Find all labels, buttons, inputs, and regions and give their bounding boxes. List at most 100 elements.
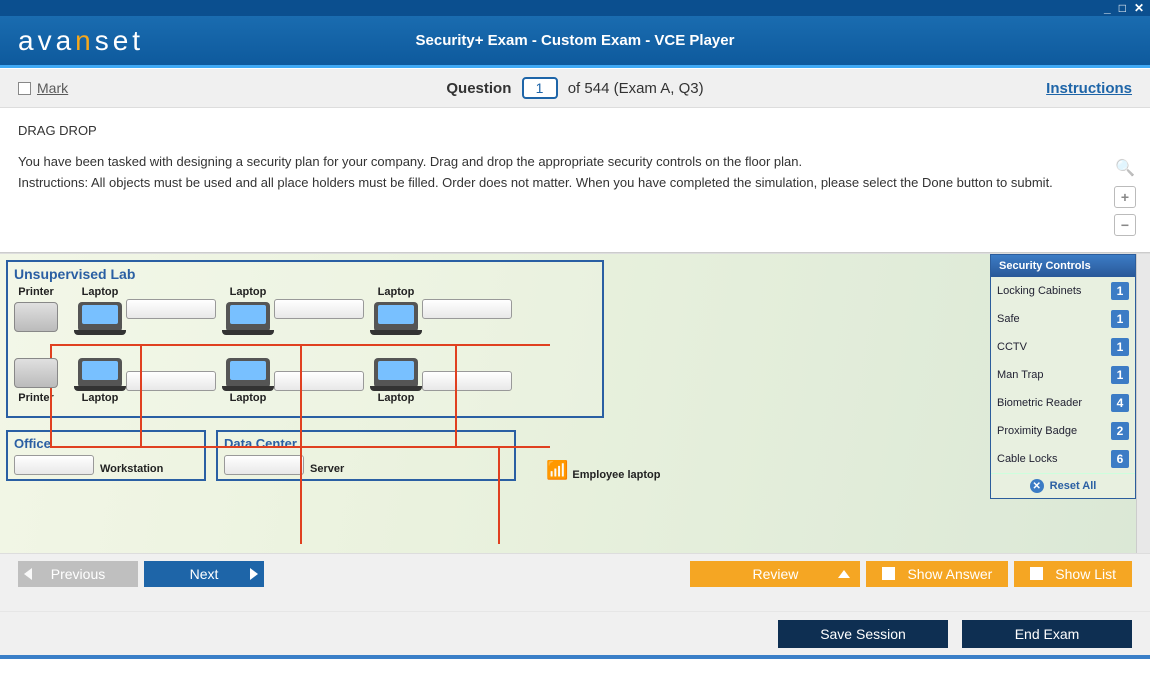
device-laptop[interactable]: Laptop: [226, 286, 270, 332]
data-center-title: Data Center: [224, 436, 508, 451]
control-locking-cabinets[interactable]: Locking Cabinets1: [991, 277, 1135, 305]
control-count: 6: [1111, 450, 1129, 468]
reset-all-button[interactable]: ✕ Reset All: [991, 473, 1135, 498]
laptop-icon: [226, 358, 270, 388]
device-row: Printer Laptop Laptop Laptop: [14, 286, 596, 332]
device-label: Laptop: [82, 392, 119, 404]
previous-button[interactable]: Previous: [18, 561, 138, 587]
network-wire: [455, 344, 457, 448]
device-label: Laptop: [230, 392, 267, 404]
control-label: Cable Locks: [997, 453, 1058, 465]
question-line-2: Instructions: All objects must be used a…: [18, 174, 1132, 193]
device-label: Employee laptop: [572, 469, 660, 481]
device-laptop[interactable]: Laptop: [374, 358, 418, 404]
reset-icon: ✕: [1030, 479, 1044, 493]
mark-checkbox[interactable]: [18, 82, 31, 95]
control-label: Biometric Reader: [997, 397, 1082, 409]
show-list-toggle[interactable]: Show List: [1014, 561, 1132, 587]
device-printer[interactable]: Printer: [14, 286, 58, 332]
simulation-scrollbar[interactable]: [1136, 254, 1150, 553]
drop-slot[interactable]: [274, 299, 364, 319]
zoom-out-button[interactable]: −: [1114, 214, 1136, 236]
security-controls-header: Security Controls: [991, 255, 1135, 277]
network-wire: [300, 344, 302, 544]
review-button[interactable]: Review: [690, 561, 860, 587]
floor-plan[interactable]: Unsupervised Lab Printer Laptop Laptop: [0, 254, 1136, 553]
magnifier-icon[interactable]: 🔍: [1114, 158, 1136, 180]
control-biometric[interactable]: Biometric Reader4: [991, 389, 1135, 417]
minimize-button[interactable]: _: [1102, 2, 1113, 14]
header-title: Security+ Exam - Custom Exam - VCE Playe…: [0, 32, 1150, 49]
next-button[interactable]: Next: [144, 561, 264, 587]
drop-slot[interactable]: [14, 455, 94, 475]
control-label: Proximity Badge: [997, 425, 1077, 437]
checkbox-icon: [1030, 567, 1043, 580]
end-exam-button[interactable]: End Exam: [962, 620, 1132, 648]
control-label: Safe: [997, 313, 1020, 325]
control-label: Man Trap: [997, 369, 1043, 381]
question-text-panel: DRAG DROP You have been tasked with desi…: [0, 108, 1150, 253]
control-safe[interactable]: Safe 1: [991, 305, 1135, 333]
mark-checkbox-wrap[interactable]: Mark: [18, 80, 68, 96]
wifi-icon: 📶: [546, 460, 568, 481]
lab-title: Unsupervised Lab: [14, 266, 596, 282]
nav-row: Previous Next Review Show Answer Show Li…: [0, 553, 1150, 593]
control-label: Locking Cabinets: [997, 285, 1081, 297]
device-laptop[interactable]: Laptop: [374, 286, 418, 332]
device-laptop[interactable]: Laptop: [78, 286, 122, 332]
question-heading: DRAG DROP: [18, 122, 1132, 141]
control-cctv[interactable]: CCTV1: [991, 333, 1135, 361]
drop-slot[interactable]: [126, 299, 216, 319]
laptop-icon: [78, 358, 122, 388]
content-area: DRAG DROP You have been tasked with desi…: [0, 108, 1150, 553]
checkbox-icon: [882, 567, 895, 580]
office-title: Office: [14, 436, 198, 451]
control-cable-locks[interactable]: Cable Locks 6: [991, 445, 1135, 473]
drop-slot[interactable]: [422, 299, 512, 319]
device-label: Laptop: [378, 392, 415, 404]
save-session-button[interactable]: Save Session: [778, 620, 948, 648]
question-line-1: You have been tasked with designing a se…: [18, 153, 1132, 172]
question-indicator: Question 1 of 544 (Exam A, Q3): [0, 77, 1150, 99]
laptop-icon: [374, 302, 418, 332]
footer-row: Save Session End Exam: [0, 611, 1150, 655]
lower-rooms-row: Office Workstation Data Center Server 📶: [6, 430, 1130, 481]
brand-part-1: ava: [18, 25, 75, 56]
office-box: Office Workstation: [6, 430, 206, 481]
control-count: 1: [1111, 366, 1129, 384]
laptop-icon: [78, 302, 122, 332]
question-bar: Mark Question 1 of 544 (Exam A, Q3) Inst…: [0, 68, 1150, 108]
show-answer-toggle[interactable]: Show Answer: [866, 561, 1008, 587]
device-label: Server: [310, 463, 344, 475]
printer-icon: [14, 358, 58, 388]
network-wire: [498, 446, 500, 544]
control-man-trap[interactable]: Man Trap 1: [991, 361, 1135, 389]
control-label: CCTV: [997, 341, 1027, 353]
drop-slot[interactable]: [224, 455, 304, 475]
zoom-in-button[interactable]: +: [1114, 186, 1136, 208]
data-center-box: Data Center Server: [216, 430, 516, 481]
brand-part-3: set: [95, 25, 144, 56]
instructions-link[interactable]: Instructions: [1046, 80, 1132, 97]
device-label: Printer: [18, 286, 53, 298]
reset-label: Reset All: [1050, 480, 1097, 492]
question-word: Question: [446, 80, 511, 97]
control-proximity[interactable]: Proximity Badge2: [991, 417, 1135, 445]
close-button[interactable]: ✕: [1132, 2, 1146, 14]
unsupervised-lab-box: Unsupervised Lab Printer Laptop Laptop: [6, 260, 604, 418]
app-header: avanset Security+ Exam - Custom Exam - V…: [0, 16, 1150, 68]
control-count: 1: [1111, 310, 1129, 328]
device-laptop[interactable]: Laptop: [226, 358, 270, 404]
device-label: Workstation: [100, 463, 163, 475]
device-laptop[interactable]: Laptop: [78, 358, 122, 404]
drop-slot[interactable]: [274, 371, 364, 391]
zoom-tools: 🔍 + −: [1114, 158, 1136, 236]
titlebar: _ □ ✕: [0, 0, 1150, 16]
maximize-button[interactable]: □: [1117, 2, 1128, 14]
drop-slot[interactable]: [422, 371, 512, 391]
simulation-viewport: Unsupervised Lab Printer Laptop Laptop: [0, 253, 1150, 553]
question-number-input[interactable]: 1: [522, 77, 558, 99]
brand-logo: avanset: [18, 25, 144, 57]
device-label: Laptop: [378, 286, 415, 298]
security-controls-panel: Security Controls Locking Cabinets1 Safe…: [990, 254, 1136, 499]
